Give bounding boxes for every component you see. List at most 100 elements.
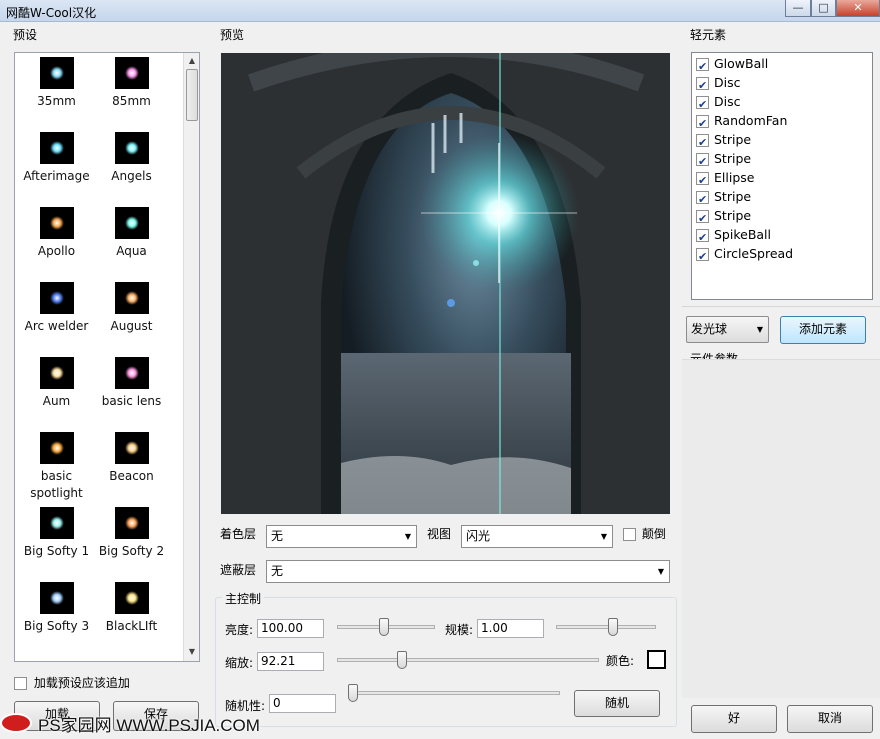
- view-value: 闪光: [466, 529, 491, 543]
- minimize-button[interactable]: —: [785, 0, 811, 17]
- slider-knob[interactable]: [608, 618, 618, 636]
- preset-item[interactable]: August: [94, 282, 169, 335]
- close-button[interactable]: ✕: [836, 0, 880, 17]
- element-row[interactable]: Ellipse: [696, 168, 754, 190]
- element-checkbox[interactable]: [696, 95, 709, 114]
- preset-item[interactable]: Aum: [19, 357, 94, 410]
- element-row[interactable]: Disc: [696, 73, 740, 95]
- element-row[interactable]: Stripe: [696, 149, 751, 171]
- random-input[interactable]: 0: [269, 694, 336, 713]
- preset-flare-icon: [49, 441, 64, 455]
- element-row[interactable]: Stripe: [696, 187, 751, 209]
- presets-list[interactable]: 35mm 85mm Afterimage Angels Apollo Aqua Arc we…: [14, 52, 200, 662]
- color-swatch[interactable]: [647, 650, 666, 669]
- preset-label: 35mm: [37, 94, 76, 108]
- preset-item[interactable]: 35mm: [19, 57, 94, 110]
- presets-scrollbar[interactable]: ▲ ▼: [183, 53, 199, 661]
- preset-flare-icon: [124, 591, 139, 605]
- element-checkbox[interactable]: [696, 152, 709, 171]
- preset-label: basic spotlight: [30, 469, 83, 500]
- chevron-down-icon: ▼: [657, 567, 664, 576]
- scale-input[interactable]: 1.00: [477, 619, 544, 638]
- element-row[interactable]: RandomFan: [696, 111, 787, 133]
- slider-track[interactable]: [337, 658, 599, 662]
- preset-label: Big Softy 2: [98, 544, 165, 558]
- element-checkbox[interactable]: [696, 190, 709, 209]
- scroll-thumb[interactable]: [186, 69, 198, 121]
- view-select[interactable]: 闪光 ▼: [461, 525, 613, 548]
- element-row[interactable]: CircleSpread: [696, 244, 793, 266]
- params-panel: [682, 359, 880, 698]
- invert-checkbox-row[interactable]: 颠倒: [623, 525, 666, 542]
- maximize-button[interactable]: □: [811, 0, 836, 17]
- invert-checkbox[interactable]: [623, 528, 636, 541]
- window-title: 网酷W-Cool汉化: [6, 6, 97, 20]
- scroll-up-icon[interactable]: ▲: [185, 54, 199, 68]
- append-checkbox[interactable]: [14, 677, 27, 690]
- brightness-input[interactable]: 100.00: [257, 619, 324, 638]
- chevron-down-icon: ▼: [756, 325, 763, 334]
- element-checkbox[interactable]: [696, 133, 709, 152]
- preset-item[interactable]: basic spotlight: [19, 432, 94, 502]
- preset-item[interactable]: BlackLIft: [94, 582, 169, 635]
- zoom-input[interactable]: 92.21: [257, 652, 324, 671]
- element-row[interactable]: Disc: [696, 92, 740, 114]
- element-checkbox[interactable]: [696, 228, 709, 247]
- preset-item[interactable]: Big Softy 1: [19, 507, 94, 560]
- element-checkbox[interactable]: [696, 171, 709, 190]
- zoom-slider[interactable]: [337, 650, 599, 672]
- cancel-button[interactable]: 取消: [787, 705, 873, 733]
- preset-label: Big Softy 1: [23, 544, 90, 558]
- preset-item[interactable]: Aqua: [94, 207, 169, 260]
- slider-knob[interactable]: [348, 684, 358, 702]
- preset-label: Afterimage: [23, 169, 90, 183]
- preset-item[interactable]: Arc welder: [19, 282, 94, 335]
- preset-item[interactable]: Apollo: [19, 207, 94, 260]
- preset-thumbnail: [39, 582, 74, 614]
- preview-svg: [221, 53, 670, 514]
- slider-knob[interactable]: [379, 618, 389, 636]
- append-checkbox-row[interactable]: 加载预设应该追加: [14, 674, 130, 691]
- preset-item[interactable]: Beacon: [94, 432, 169, 485]
- preset-item[interactable]: Big Softy 2: [94, 507, 169, 560]
- preset-thumbnail: [114, 507, 149, 539]
- slider-track[interactable]: [556, 625, 656, 629]
- element-row[interactable]: Stripe: [696, 206, 751, 228]
- preset-item[interactable]: Big Softy 3: [19, 582, 94, 635]
- mask-layer-select[interactable]: 无 ▼: [266, 560, 670, 583]
- view-label: 视图: [427, 527, 452, 541]
- invert-label: 颠倒: [641, 527, 666, 541]
- ok-button[interactable]: 好: [691, 705, 777, 733]
- preset-item[interactable]: basic lens: [94, 357, 169, 410]
- element-checkbox[interactable]: [696, 57, 709, 76]
- slider-track[interactable]: [348, 691, 560, 695]
- preset-flare-icon: [124, 441, 139, 455]
- elements-caption: 轻元素: [690, 28, 727, 42]
- append-label: 加载预设应该追加: [33, 676, 130, 690]
- preset-thumbnail: [114, 57, 149, 89]
- scale-slider[interactable]: [556, 617, 656, 639]
- scroll-down-icon[interactable]: ▼: [185, 645, 199, 659]
- element-row[interactable]: GlowBall: [696, 54, 768, 76]
- element-row[interactable]: SpikeBall: [696, 225, 771, 247]
- element-checkbox[interactable]: [696, 247, 709, 266]
- random-button[interactable]: 随机: [574, 690, 660, 717]
- color-layer-select[interactable]: 无 ▼: [266, 525, 417, 548]
- add-element-button[interactable]: 添加元素: [780, 316, 866, 344]
- element-checkbox[interactable]: [696, 114, 709, 133]
- preset-flare-icon: [124, 516, 139, 530]
- element-type-select[interactable]: 发光球 ▼: [686, 316, 769, 343]
- preset-item[interactable]: 85mm: [94, 57, 169, 110]
- element-row[interactable]: Stripe: [696, 130, 751, 152]
- element-checkbox[interactable]: [696, 209, 709, 228]
- slider-knob[interactable]: [397, 651, 407, 669]
- preset-flare-icon: [49, 66, 64, 80]
- preset-flare-icon: [124, 66, 139, 80]
- preset-item[interactable]: Afterimage: [19, 132, 94, 185]
- random-slider[interactable]: [348, 683, 560, 705]
- element-checkbox[interactable]: [696, 76, 709, 95]
- preset-thumbnail: [39, 432, 74, 464]
- color-layer-value: 无: [271, 529, 284, 543]
- brightness-slider[interactable]: [337, 617, 435, 639]
- preset-item[interactable]: Angels: [94, 132, 169, 185]
